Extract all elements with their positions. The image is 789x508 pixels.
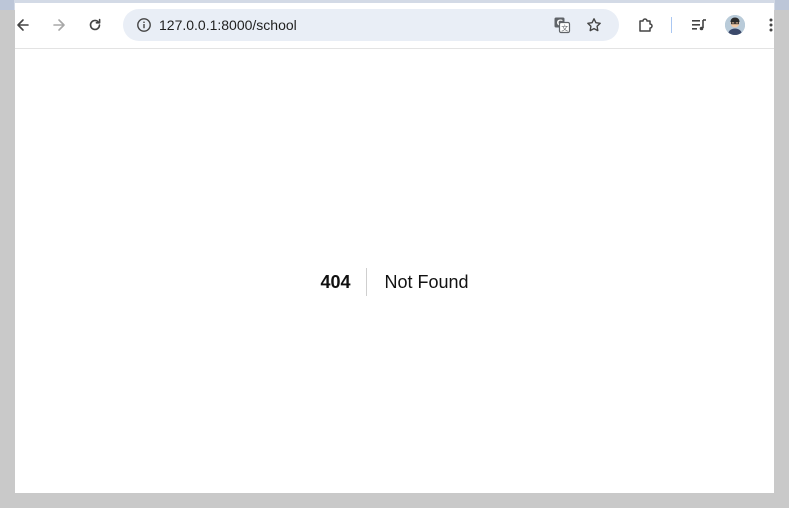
svg-text:文: 文: [561, 24, 568, 33]
media-button[interactable]: [685, 11, 713, 39]
back-button[interactable]: [15, 11, 37, 39]
back-icon: [17, 19, 29, 31]
error-message: Not Found: [384, 272, 469, 292]
extensions-button[interactable]: [632, 11, 660, 39]
extensions-icon: [639, 18, 653, 32]
reload-button[interactable]: [81, 11, 109, 39]
translate-button[interactable]: G 文: [549, 12, 575, 38]
tab-edge: [775, 0, 789, 10]
url-text[interactable]: 127.0.0.1:8000/school: [159, 17, 297, 33]
translate-icon: G 文: [554, 17, 571, 34]
bookmark-button[interactable]: [581, 12, 607, 38]
page-content: 404 Not Found: [15, 49, 774, 493]
error-code: 404: [320, 268, 368, 296]
menu-icon: [769, 18, 773, 32]
reload-icon: [89, 18, 101, 31]
forward-icon: [53, 19, 65, 31]
menu-button[interactable]: [757, 11, 774, 39]
tab-edge: [0, 0, 14, 10]
site-info-icon: [137, 18, 151, 32]
toolbar-divider: [671, 17, 672, 33]
bookmark-star-icon: [587, 18, 601, 32]
browser-window: 127.0.0.1:8000/school G 文: [15, 3, 774, 493]
site-info-button[interactable]: [131, 12, 157, 38]
profile-avatar-icon: [725, 15, 745, 35]
forward-button[interactable]: [45, 11, 73, 39]
browser-toolbar: 127.0.0.1:8000/school G 文: [15, 3, 774, 49]
error-message-block: 404 Not Found: [15, 268, 774, 296]
address-bar[interactable]: 127.0.0.1:8000/school G 文: [123, 9, 619, 41]
avatar[interactable]: [725, 15, 745, 35]
media-icon: [692, 19, 706, 31]
